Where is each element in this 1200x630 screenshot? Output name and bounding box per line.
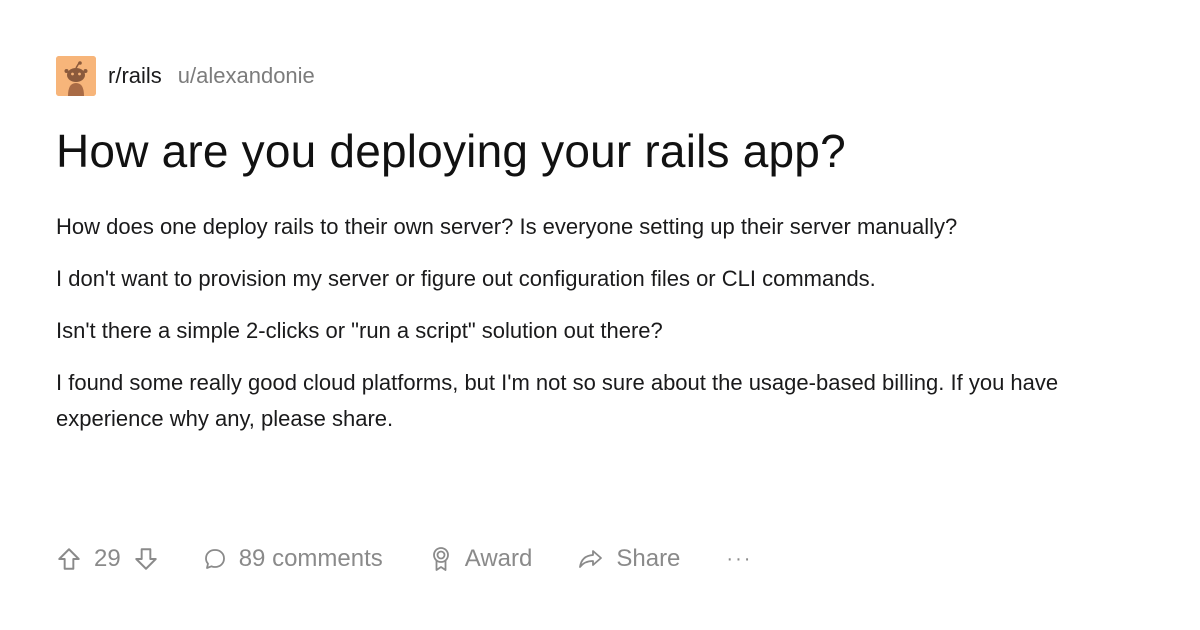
author-link[interactable]: u/alexandonie — [178, 63, 315, 89]
post-body: How does one deploy rails to their own s… — [56, 209, 1156, 437]
post-paragraph: Isn't there a simple 2-clicks or "run a … — [56, 318, 663, 344]
post-actions: 29 89 comments Award Share ··· — [56, 540, 752, 578]
comments-button[interactable]: 89 comments — [203, 545, 383, 573]
subreddit-avatar[interactable] — [56, 56, 96, 96]
award-button[interactable]: Award — [429, 545, 533, 573]
post-title[interactable]: How are you deploying your rails app? — [56, 124, 1156, 179]
more-options-button[interactable]: ··· — [726, 548, 752, 571]
subreddit-link[interactable]: r/rails — [108, 63, 162, 89]
share-label: Share — [616, 545, 681, 572]
vote-count: 29 — [94, 545, 121, 572]
share-arrow-icon — [578, 547, 604, 571]
award-label: Award — [464, 545, 533, 572]
snoo-avatar-icon — [56, 56, 96, 96]
post-paragraph: I found some really good cloud platforms… — [56, 370, 1059, 432]
ellipsis-icon: ··· — [726, 547, 753, 570]
arrow-down-icon[interactable] — [133, 546, 159, 572]
post-paragraph: How does one deploy rails to their own s… — [56, 214, 958, 240]
post-paragraph: I don't want to provision my server or f… — [56, 266, 876, 292]
comments-label: 89 comments — [238, 545, 383, 572]
post: r/rails u/alexandonie How are you deploy… — [56, 56, 1156, 453]
award-ribbon-icon — [429, 546, 453, 572]
post-meta: r/rails u/alexandonie — [56, 56, 1156, 96]
arrow-up-icon[interactable] — [56, 546, 82, 572]
share-button[interactable]: Share — [578, 545, 680, 573]
speech-bubble-icon — [203, 547, 227, 571]
vote-group: 29 — [56, 545, 159, 573]
